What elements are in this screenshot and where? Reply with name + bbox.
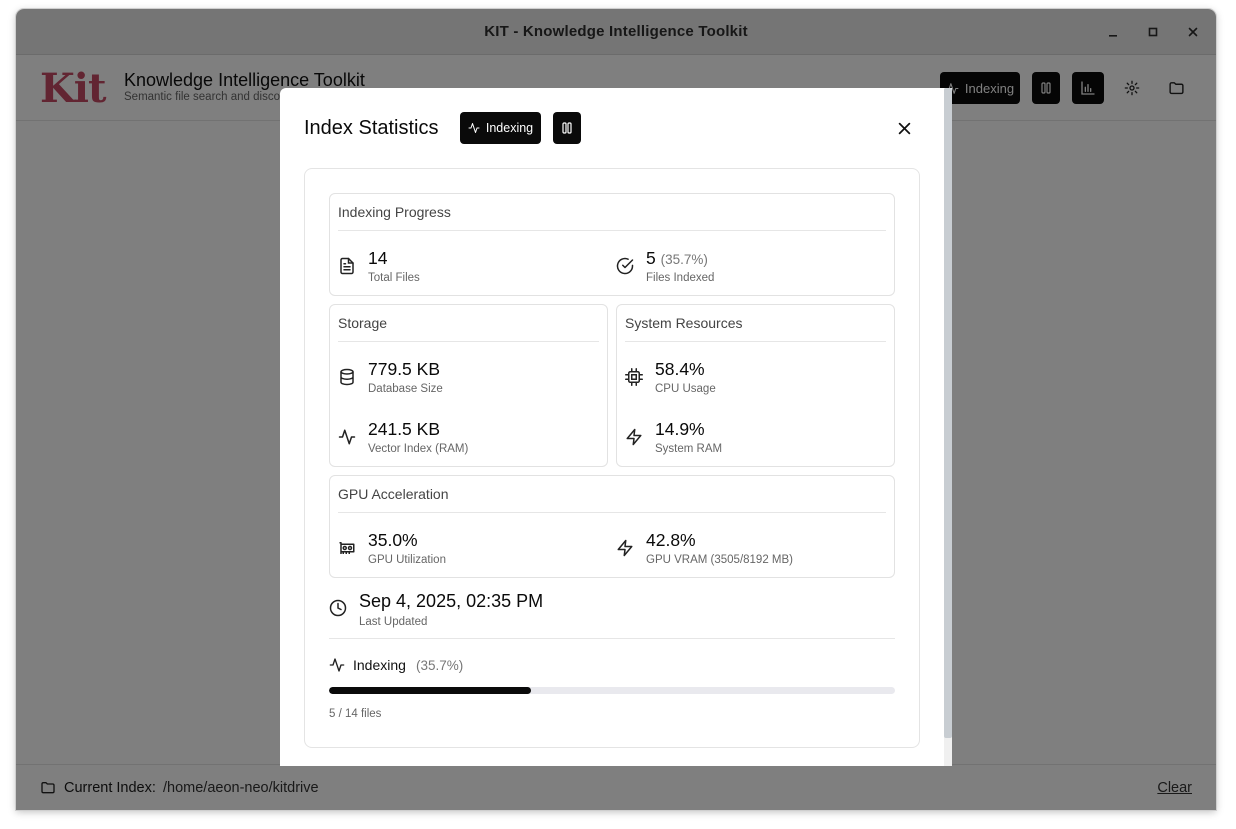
gpu-card-icon [338, 539, 356, 557]
statistics-card: Indexing Progress 14 Total Files 5 (35.7… [304, 168, 920, 748]
cpu-usage-label: CPU Usage [655, 383, 716, 395]
activity-icon [468, 122, 480, 134]
indexing-badge-label: Indexing [485, 121, 534, 135]
system-ram-value: 14.9% [655, 419, 705, 439]
vector-index-label: Vector Index (RAM) [368, 443, 469, 455]
gpu-vram-label: GPU VRAM (3505/8192 MB) [646, 554, 794, 566]
files-indexed-label: Files Indexed [646, 272, 715, 284]
activity-icon [338, 428, 356, 446]
section-divider [338, 341, 599, 342]
indexing-badge[interactable]: Indexing [460, 112, 541, 144]
last-updated-value: Sep 4, 2025, 02:35 PM [359, 591, 544, 611]
progress-files-count: 5 / 14 files [329, 708, 382, 720]
storage-section: Storage 779.5 KB Database Size 241.5 KB … [329, 304, 608, 467]
database-size-label: Database Size [368, 383, 443, 395]
total-files-label: Total Files [368, 272, 420, 284]
zap-icon [625, 428, 643, 446]
section-divider [329, 638, 895, 639]
section-divider [338, 230, 886, 231]
cpu-icon [625, 368, 643, 386]
section-divider [625, 341, 886, 342]
progress-fill [329, 687, 532, 694]
pause-button[interactable] [553, 112, 581, 144]
files-indexed-value: 5 (35.7%) [646, 248, 708, 268]
clock-icon [329, 599, 347, 617]
dialog-close-button[interactable] [894, 118, 914, 138]
progress-percent: (35.7%) [416, 658, 464, 673]
last-updated-label: Last Updated [359, 616, 428, 628]
index-statistics-dialog: Index Statistics Indexing Indexing Progr… [280, 88, 952, 766]
section-title: GPU Acceleration [338, 486, 449, 502]
total-files-value: 14 [368, 248, 388, 268]
pause-icon [562, 122, 572, 134]
dialog-scrollbar-thumb[interactable] [944, 88, 952, 738]
progress-label: Indexing [353, 657, 406, 673]
gpu-utilization-label: GPU Utilization [368, 554, 446, 566]
gpu-vram-value: 42.8% [646, 530, 696, 550]
dialog-title: Index Statistics [304, 117, 439, 139]
database-size-value: 779.5 KB [368, 359, 440, 379]
database-icon [338, 368, 356, 386]
gpu-utilization-value: 35.0% [368, 530, 418, 550]
activity-icon [329, 657, 345, 673]
progress-track [329, 687, 895, 694]
gpu-acceleration-section: GPU Acceleration 35.0% GPU Utilization 4… [329, 475, 895, 578]
section-divider [338, 512, 886, 513]
check-circle-icon [616, 257, 634, 275]
system-resources-section: System Resources 58.4% CPU Usage 14.9% S… [616, 304, 895, 467]
indexing-progress-section: Indexing Progress 14 Total Files 5 (35.7… [329, 193, 895, 296]
section-title: System Resources [625, 315, 743, 331]
system-ram-label: System RAM [655, 443, 723, 455]
close-icon [898, 122, 911, 135]
files-indexed-percent: (35.7%) [660, 252, 708, 267]
section-title: Storage [338, 315, 388, 331]
zap-icon [616, 539, 634, 557]
vector-index-value: 241.5 KB [368, 419, 440, 439]
file-text-icon [338, 257, 356, 275]
section-title: Indexing Progress [338, 204, 451, 220]
cpu-usage-value: 58.4% [655, 359, 705, 379]
